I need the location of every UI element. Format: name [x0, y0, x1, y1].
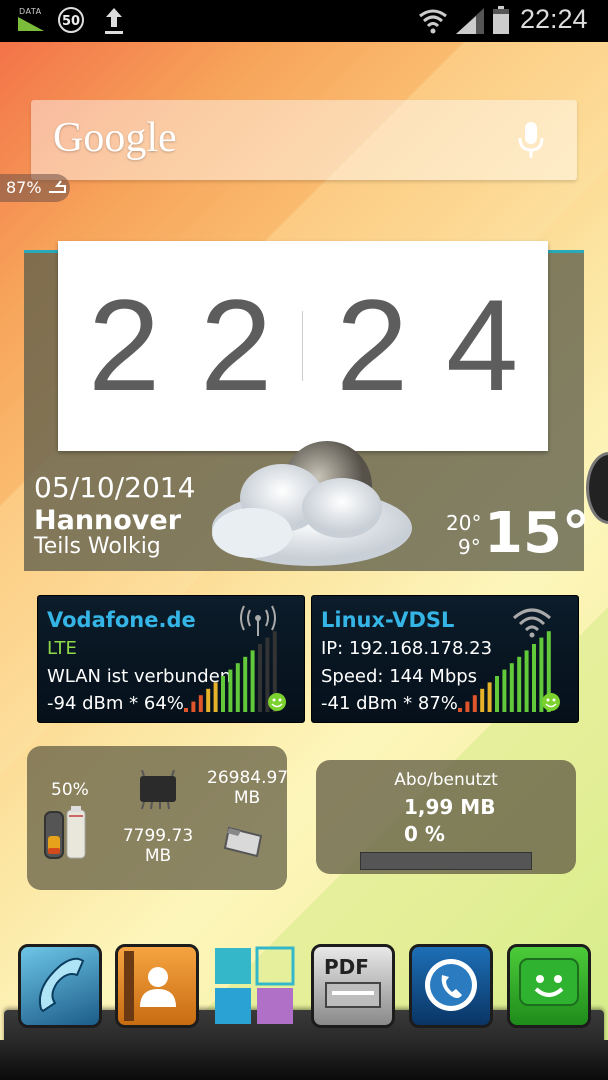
wlan-widget[interactable]: Linux-VDSL IP: 192.168.178.23 Speed: 144… — [311, 595, 579, 723]
wifi-icon — [419, 9, 447, 34]
cloud-moon-icon — [212, 441, 412, 566]
wlan-signal: -41 dBm * 87% — [321, 693, 458, 714]
ram-free: 7799.73 MB — [122, 826, 194, 866]
pdf-icon[interactable]: PDF — [311, 944, 395, 1028]
status-bar: DATA 50 22:24 — [0, 0, 608, 42]
signal-bar — [243, 656, 248, 712]
messenger-icon[interactable] — [507, 944, 591, 1028]
signal-bar — [524, 650, 529, 712]
signal-bar — [184, 708, 188, 712]
usage-amount: 1,99 MB — [404, 795, 496, 819]
dock-base — [0, 1040, 608, 1080]
memory-chip-icon — [140, 770, 176, 810]
weather-condition: Teils Wolkig — [34, 534, 161, 559]
status-clock: 22:24 — [520, 4, 588, 34]
battery-level-text: 50% — [51, 780, 89, 800]
usage-progress-bar — [360, 852, 532, 870]
signal-bar — [198, 695, 203, 712]
network-signal: -94 dBm * 64% — [47, 693, 184, 714]
signal-bar — [250, 650, 255, 712]
wlan-name: Linux-VDSL — [321, 608, 455, 632]
storage-free: 26984.97 MB — [207, 768, 289, 808]
flip-clock[interactable]: 2 2 2 4 — [58, 241, 548, 451]
google-search-bar[interactable]: Google — [31, 100, 577, 180]
signal-bar — [228, 669, 233, 712]
city-name: Hannover — [34, 505, 182, 536]
signal-bar — [502, 669, 507, 712]
usage-percent: 0 % — [404, 822, 445, 846]
signal-bar — [517, 656, 522, 712]
hour-digit-1: 2 — [88, 272, 161, 418]
minute-digit-1: 2 — [336, 272, 409, 418]
upload-icon — [105, 8, 123, 34]
speed-icon: 50 — [58, 7, 84, 33]
battery-icon — [493, 6, 509, 34]
battery-icon — [44, 806, 86, 859]
system-info-widget[interactable]: 50% 7799.73 MB 26984.97 MB — [27, 746, 289, 890]
clock-divider — [302, 311, 303, 381]
network-type: LTE — [47, 638, 77, 659]
date-text: 05/10/2014 — [34, 471, 196, 504]
signal-bar — [480, 688, 485, 712]
signal-bars — [458, 631, 560, 712]
signal-bar — [509, 663, 514, 712]
current-temp: 15° — [484, 501, 590, 566]
usage-title: Abo/benutzt — [394, 770, 498, 790]
signal-bar — [465, 701, 470, 712]
signal-bar — [458, 708, 462, 712]
signal-icon — [456, 8, 484, 34]
apps-grid-icon[interactable] — [213, 944, 297, 1028]
signal-bar — [487, 682, 492, 712]
signal-bar — [258, 644, 262, 712]
data-icon: DATA — [18, 7, 46, 31]
temp-low: 9° — [458, 535, 481, 559]
data-usage-widget[interactable]: Abo/benutzt 1,99 MB 0 % — [316, 760, 576, 874]
signal-bar — [206, 688, 211, 712]
signal-bar — [191, 701, 196, 712]
signal-bar — [221, 676, 225, 712]
signal-bar — [532, 644, 536, 712]
signal-bar — [235, 663, 240, 712]
google-logo: Google — [53, 115, 177, 161]
signal-bar — [472, 695, 477, 712]
whatsapp-icon[interactable] — [409, 944, 493, 1028]
battery-pill-text: 87% — [6, 178, 42, 197]
charging-icon — [48, 180, 66, 193]
mic-icon[interactable] — [516, 120, 546, 162]
battery-percent-pill: 87% — [0, 174, 70, 202]
phone-icon[interactable] — [18, 944, 102, 1028]
signal-bars — [184, 631, 286, 712]
clock-weather-widget[interactable]: 2 2 2 4 05/10/2014 Hannover Teils Wolkig… — [24, 241, 590, 571]
network-name: Vodafone.de — [47, 608, 196, 632]
signal-bar — [495, 676, 499, 712]
minute-digit-2: 4 — [446, 272, 519, 418]
hour-digit-2: 2 — [200, 272, 273, 418]
sd-card-icon — [223, 826, 263, 858]
signal-bar — [213, 682, 218, 712]
data-label: DATA — [19, 7, 42, 16]
contacts-icon[interactable] — [115, 944, 199, 1028]
mobile-network-widget[interactable]: Vodafone.de LTE WLAN ist verbunden -94 d… — [37, 595, 305, 723]
temp-high: 20° — [446, 511, 482, 535]
wlan-speed: Speed: 144 Mbps — [321, 666, 478, 687]
